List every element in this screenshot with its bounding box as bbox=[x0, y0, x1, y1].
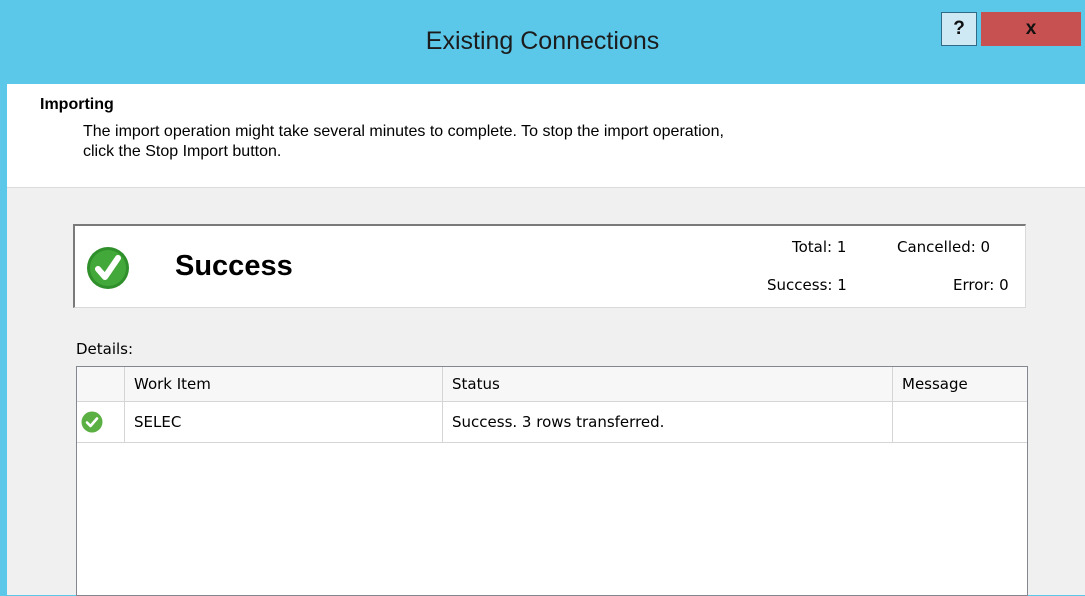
status-label: Success bbox=[175, 250, 293, 282]
total-count: Total: 1 bbox=[792, 238, 847, 256]
success-count: Success: 1 bbox=[767, 276, 847, 294]
page-description: The import operation might take several … bbox=[83, 122, 983, 162]
grid-header: Work Item Status Message bbox=[77, 367, 1027, 402]
work-item-cell: SELEC bbox=[125, 402, 443, 442]
row-icon-cell bbox=[77, 402, 125, 442]
close-button[interactable]: x bbox=[981, 12, 1081, 46]
help-button[interactable]: ? bbox=[941, 12, 977, 46]
window-title: Existing Connections bbox=[425, 27, 660, 55]
column-header-status[interactable]: Status bbox=[443, 367, 893, 401]
column-header-work-item[interactable]: Work Item bbox=[125, 367, 443, 401]
cancelled-count: Cancelled: 0 bbox=[897, 238, 991, 256]
column-header-message[interactable]: Message bbox=[893, 367, 1027, 401]
details-grid[interactable]: Work Item Status Message SELEC Success. … bbox=[76, 366, 1028, 596]
description-line-2: click the Stop Import button. bbox=[83, 143, 282, 160]
dialog-body: Importing The import operation might tak… bbox=[7, 84, 1085, 596]
status-summary: Success Total: 1 Cancelled: 0 Success: 1… bbox=[73, 224, 1026, 308]
column-header-icon[interactable] bbox=[77, 367, 125, 401]
description-line-1: The import operation might take several … bbox=[83, 123, 724, 140]
success-check-icon bbox=[87, 247, 129, 289]
status-cell: Success. 3 rows transferred. bbox=[443, 402, 893, 442]
title-bar[interactable]: Existing Connections ? x bbox=[0, 0, 1085, 84]
page-title: Importing bbox=[40, 96, 114, 113]
wizard-header: Importing The import operation might tak… bbox=[7, 84, 1085, 188]
success-check-icon bbox=[81, 411, 103, 433]
message-cell bbox=[893, 402, 1027, 442]
details-label: Details: bbox=[76, 340, 134, 358]
table-row[interactable]: SELEC Success. 3 rows transferred. bbox=[77, 402, 1027, 443]
error-count: Error: 0 bbox=[953, 276, 1009, 294]
